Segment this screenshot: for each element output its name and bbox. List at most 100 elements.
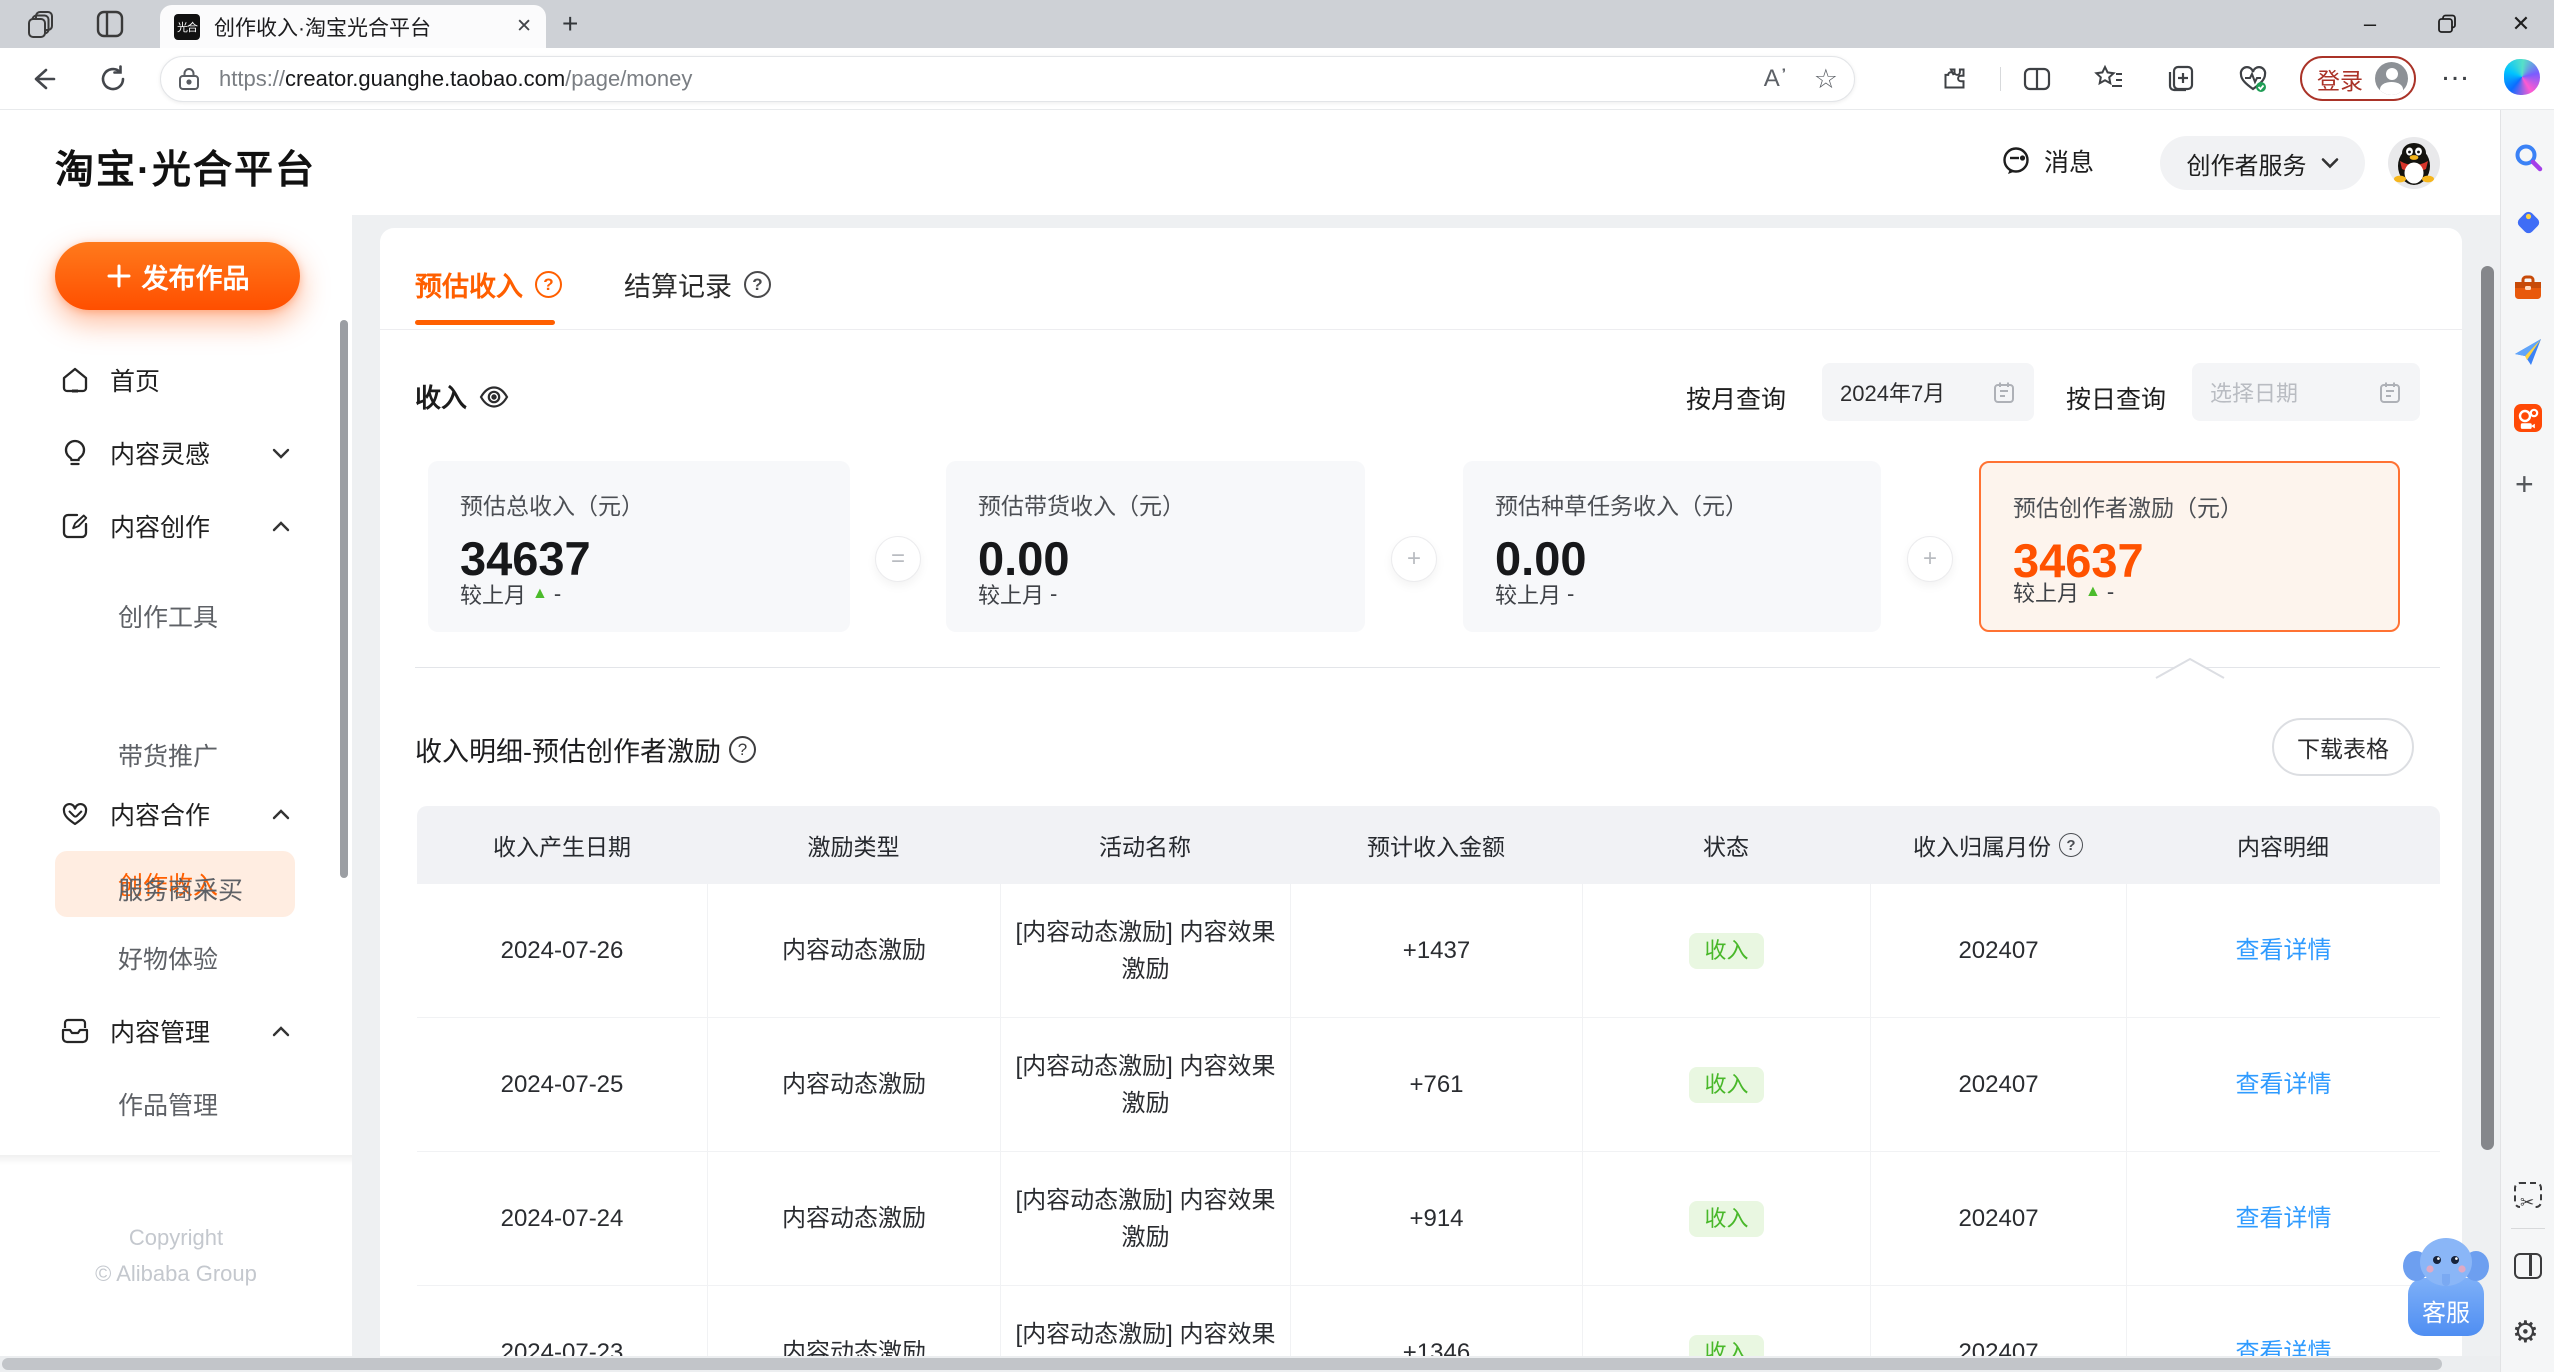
tabs-divider	[380, 329, 2462, 330]
read-aloud-icon[interactable]: A᾽	[1764, 65, 1788, 93]
login-label: 登录	[2317, 67, 2363, 94]
table-row: 2024-07-24 内容动态激励 [内容动态激励] 内容效果激励 +914 收…	[417, 1152, 2440, 1286]
help-icon[interactable]: ?	[729, 736, 756, 763]
sidebar-item-home[interactable]: 首页	[0, 356, 352, 404]
sidebar-item-service-purchase[interactable]: 服务商采买	[118, 869, 243, 909]
settings-gear-icon[interactable]: ⚙	[2512, 1318, 2539, 1348]
tab-actions-icon[interactable]	[96, 10, 124, 38]
sidebar-item-label: 内容灵感	[110, 441, 211, 469]
new-tab-button[interactable]: +	[562, 8, 578, 40]
split-screen-icon[interactable]	[2022, 64, 2052, 94]
sidebar-item-product-trial[interactable]: 好物体验	[118, 938, 218, 978]
url-text[interactable]: https://creator.guanghe.taobao.com/page/…	[219, 66, 692, 92]
help-icon[interactable]: ?	[744, 271, 771, 298]
stat-card-creator-incentive-selected[interactable]: 预估创作者激励（元） 34637 较上月 ▲ -	[1979, 461, 2400, 632]
message-icon	[2003, 147, 2029, 174]
site-logo[interactable]: 淘宝·光合平台	[55, 139, 316, 195]
stat-compare: 较上月 -	[978, 578, 1057, 610]
tab-settlement-records[interactable]: 结算记录 ?	[624, 265, 771, 304]
sidebar-item-creation[interactable]: 内容创作	[0, 502, 352, 550]
screenshot-icon[interactable]: ✂	[2514, 1182, 2542, 1211]
toolbar-divider	[2000, 67, 2001, 91]
window-minimize-button[interactable]: –	[2337, 0, 2403, 48]
site-favicon: 光合	[174, 13, 200, 40]
stat-compare: 较上月 ▲ -	[460, 578, 561, 610]
collections-icon[interactable]	[2166, 64, 2196, 94]
column-header: 活动名称	[1099, 834, 1191, 860]
browser-window: 光合 创作收入·淘宝光合平台 ✕ + – ✕ https://creator.g…	[0, 0, 2554, 1372]
messages-button[interactable]: 消息	[2000, 143, 2094, 179]
sidebar-item-cooperation[interactable]: 内容合作	[0, 790, 352, 838]
browser-essentials-icon[interactable]	[2238, 64, 2268, 94]
search-icon[interactable]	[2513, 142, 2543, 172]
table-row: 2024-07-25 内容动态激励 [内容动态激励] 内容效果激励 +761 收…	[417, 1018, 2440, 1152]
url-domain: creator.guanghe.taobao.com	[285, 66, 566, 91]
view-details-link[interactable]: 查看详情	[2236, 932, 2332, 969]
month-picker-value: 2024年7月	[1840, 381, 1946, 406]
copilot-icon[interactable]	[2504, 59, 2540, 95]
avatar[interactable]	[2388, 137, 2440, 189]
compare-label: 较上月	[460, 583, 527, 608]
plus-operator: +	[1907, 536, 1953, 582]
back-icon[interactable]	[28, 64, 58, 94]
lock-icon[interactable]	[177, 66, 201, 92]
tab-close-icon[interactable]: ✕	[516, 15, 532, 38]
sidebar-item-promotion[interactable]: 带货推广	[118, 735, 218, 775]
split-window-icon[interactable]	[2514, 1253, 2542, 1279]
page-horizontal-scrollbar[interactable]	[2, 1358, 2442, 1370]
status-badge: 收入	[1689, 1066, 1764, 1103]
plus-icon	[107, 264, 130, 288]
selected-card-caret	[2155, 657, 2225, 679]
favorite-star-icon[interactable]: ☆	[1814, 64, 1838, 95]
workspaces-icon[interactable]	[28, 10, 56, 38]
favorites-list-icon[interactable]	[2094, 64, 2124, 94]
tab-estimated-income[interactable]: 预估收入 ?	[415, 265, 562, 304]
content-box-icon	[61, 1018, 89, 1044]
sidebar-item-creation-tools[interactable]: 创作工具	[118, 596, 218, 636]
eye-icon[interactable]	[479, 384, 509, 410]
download-table-button[interactable]: 下载表格	[2272, 718, 2414, 776]
help-icon[interactable]: ?	[535, 271, 562, 298]
address-bar[interactable]: https://creator.guanghe.taobao.com/page/…	[160, 56, 1855, 102]
cell-date: 2024-07-24	[500, 1205, 624, 1232]
view-details-link[interactable]: 查看详情	[2236, 1066, 2332, 1103]
column-header: 状态	[1703, 834, 1749, 860]
sidebar-item-inspiration[interactable]: 内容灵感	[0, 429, 352, 477]
shopping-tag-icon[interactable]	[2513, 207, 2543, 237]
paper-plane-icon[interactable]	[2513, 337, 2543, 367]
stat-card-task-income[interactable]: 预估种草任务收入（元） 0.00 较上月 -	[1463, 461, 1881, 632]
refresh-icon[interactable]	[98, 64, 128, 94]
publish-work-button[interactable]: 发布作品	[55, 242, 300, 310]
cell-activity: [内容动态激励] 内容效果激励	[1000, 1018, 1290, 1151]
creator-service-dropdown[interactable]: 创作者服务	[2160, 136, 2365, 190]
help-icon[interactable]: ?	[2059, 833, 2083, 857]
browser-tab[interactable]: 光合 创作收入·淘宝光合平台 ✕	[160, 5, 546, 48]
cell-month: 202407	[1870, 884, 2126, 1017]
toolbox-icon[interactable]	[2513, 273, 2543, 303]
cell-status: 收入	[1582, 1152, 1870, 1285]
customer-service-widget[interactable]: 客服	[2402, 1232, 2490, 1338]
window-restore-button[interactable]	[2414, 0, 2480, 48]
login-button[interactable]: 登录	[2300, 56, 2416, 101]
extensions-icon[interactable]	[1940, 64, 1970, 94]
sidebar-scrollbar[interactable]	[340, 320, 348, 878]
window-close-button[interactable]: ✕	[2488, 0, 2554, 48]
page-vertical-scrollbar[interactable]	[2481, 266, 2494, 1150]
chevron-down-icon	[2321, 158, 2338, 169]
add-sidebar-item-icon[interactable]: +	[2515, 466, 2534, 503]
sidebar-item-management[interactable]: 内容管理	[0, 1007, 352, 1055]
month-picker-input[interactable]: 2024年7月	[1822, 363, 2034, 421]
view-details-link[interactable]: 查看详情	[2236, 1200, 2332, 1237]
cell-detail: 查看详情	[2126, 1018, 2440, 1151]
cell-status: 收入	[1582, 884, 1870, 1017]
edit-icon	[62, 513, 88, 539]
elephant-mascot-icon	[2403, 1238, 2489, 1286]
stat-card-sales-income[interactable]: 预估带货收入（元） 0.00 较上月 -	[946, 461, 1365, 632]
day-picker-input[interactable]: 选择日期	[2192, 363, 2420, 421]
column-header: 内容明细	[2237, 834, 2329, 860]
kuaishou-icon[interactable]	[2513, 403, 2543, 433]
sidebar-item-works-management[interactable]: 作品管理	[118, 1084, 218, 1124]
chevron-down-icon	[272, 448, 290, 459]
settings-more-icon[interactable]: …	[2440, 54, 2472, 88]
stat-card-total-income[interactable]: 预估总收入（元） 34637 较上月 ▲ -	[428, 461, 850, 632]
